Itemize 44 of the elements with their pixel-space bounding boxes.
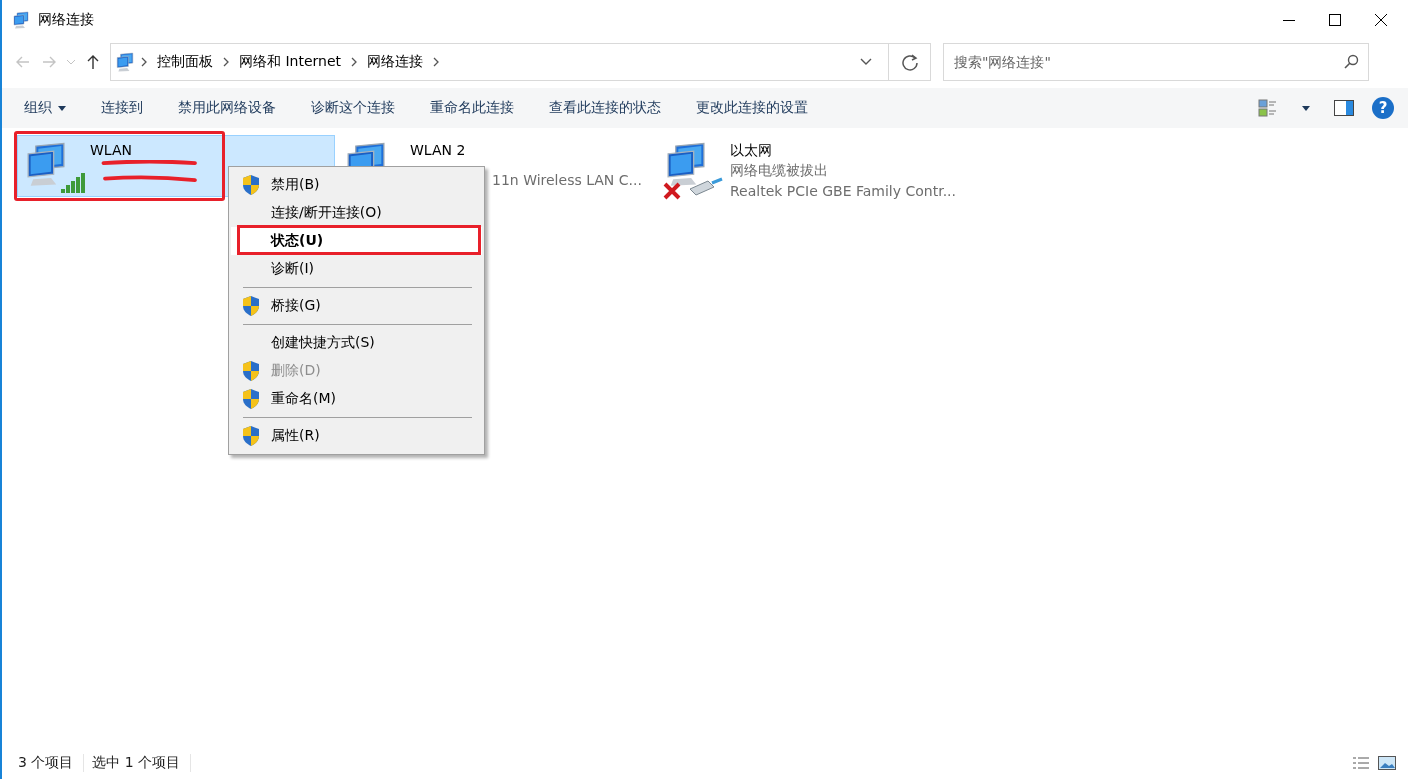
connection-name: 以太网	[730, 141, 773, 160]
search-field[interactable]: 搜索"网络连接"	[943, 43, 1369, 81]
toolbar-button[interactable]: 查看此连接的状态	[539, 93, 671, 123]
connection-name: WLAN 2	[410, 141, 467, 160]
breadcrumb[interactable]: 网络连接	[363, 53, 428, 71]
menu-item[interactable]: 连接/断开连接(O)	[231, 199, 482, 227]
window-title: 网络连接	[38, 11, 95, 29]
computers-icon	[24, 141, 68, 187]
connection-name: WLAN	[90, 141, 133, 160]
toolbar-button[interactable]: 组织	[14, 93, 76, 123]
menu-item[interactable]: 创建快捷方式(S)	[231, 329, 482, 357]
close-icon	[1375, 14, 1387, 26]
arrow-icon	[85, 54, 101, 70]
item-count: 3 个项目	[18, 754, 85, 772]
signal-bars-icon	[60, 171, 86, 193]
menu-item[interactable]: 属性(R)	[231, 422, 482, 450]
toolbar-button[interactable]: 诊断这个连接	[301, 93, 405, 123]
network-folder-icon	[12, 11, 30, 29]
search-icon	[1343, 54, 1359, 70]
selection-count: 选中 1 个项目	[92, 754, 192, 772]
network-folder-icon	[115, 52, 135, 72]
breadcrumb[interactable]: 控制面板	[153, 53, 217, 71]
toolbar-button[interactable]: 重命名此连接	[420, 93, 524, 123]
toolbar-button[interactable]: 连接到	[91, 93, 153, 123]
arrow-icon	[15, 54, 31, 70]
refresh-icon	[900, 53, 919, 71]
adapter-name: 11n Wireless LAN C...	[491, 171, 643, 190]
toolbar-button[interactable]: 更改此连接的设置	[686, 93, 818, 123]
chevron-down-icon	[66, 59, 76, 65]
computers-icon	[664, 141, 708, 187]
arrow-icon	[41, 54, 57, 70]
menu-item[interactable]: 重命名(M)	[231, 385, 482, 413]
menu-item[interactable]: 状态(U)	[231, 227, 482, 255]
minimize-icon	[1283, 19, 1295, 21]
breadcrumb[interactable]: 网络和 Internet	[235, 53, 346, 71]
connection-status: 网络电缆被拔出	[730, 161, 829, 180]
refresh-button[interactable]	[889, 43, 931, 81]
menu-item[interactable]: 桥接(G)	[231, 292, 482, 320]
maximize-icon	[1329, 14, 1341, 26]
menu-item[interactable]: 诊断(I)	[231, 255, 482, 283]
help-button[interactable]: ?	[1372, 97, 1394, 119]
error-x-icon	[662, 181, 682, 201]
chevron-down-icon	[860, 58, 872, 66]
toolbar-button[interactable]: 禁用此网络设备	[168, 93, 286, 123]
